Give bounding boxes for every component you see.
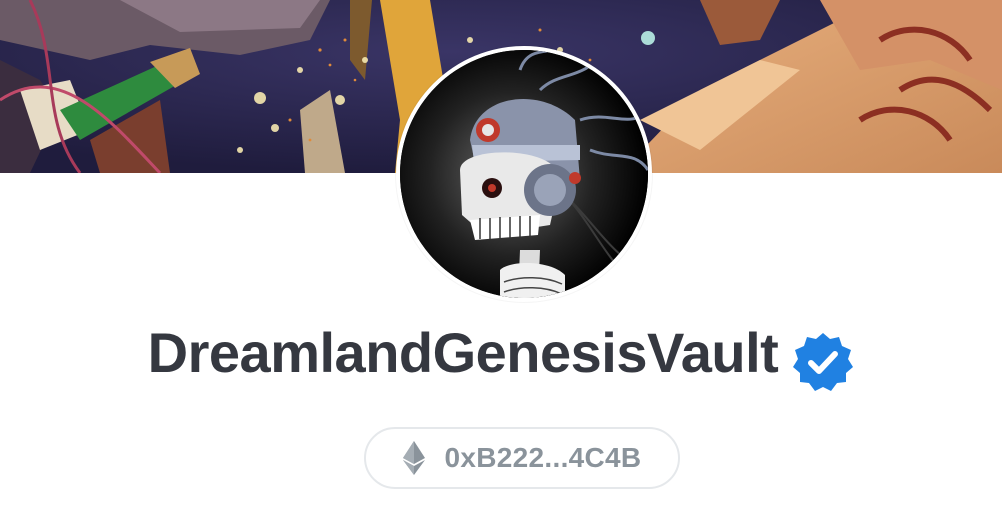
wallet-address-button[interactable]: 0xB222...4C4B bbox=[364, 427, 680, 489]
wallet-address-text: 0xB222...4C4B bbox=[444, 442, 642, 473]
collection-title-row: DreamlandGenesisVault bbox=[0, 318, 1002, 391]
collection-profile-header: DreamlandGenesisVault 0xB222...4C4B bbox=[0, 0, 1002, 514]
ethereum-icon bbox=[402, 441, 425, 475]
collection-name: DreamlandGenesisVault bbox=[147, 321, 779, 384]
collection-avatar[interactable] bbox=[396, 46, 652, 302]
avatar-image bbox=[400, 50, 648, 298]
verified-badge-icon bbox=[792, 331, 854, 393]
